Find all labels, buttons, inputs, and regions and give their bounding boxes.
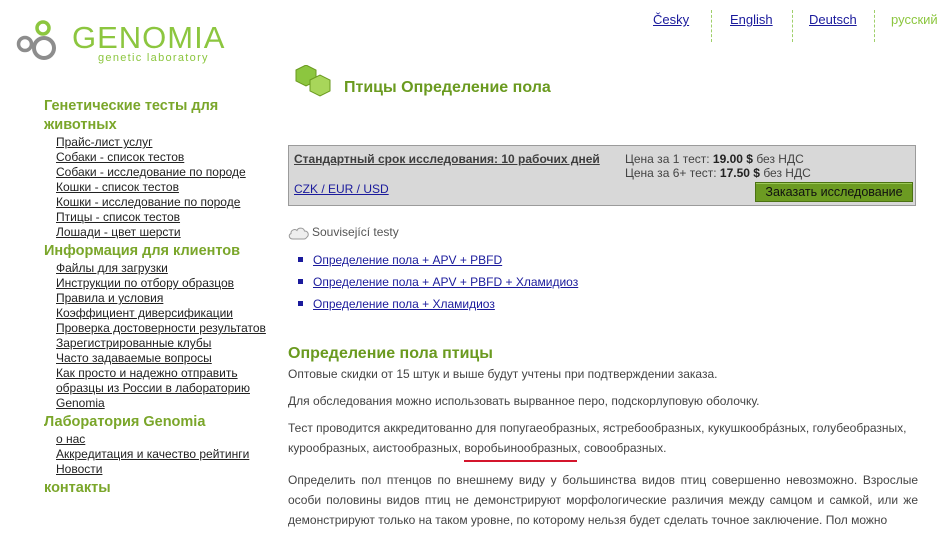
lang-czech-link[interactable]: Česky — [653, 12, 689, 42]
sidebar-heading: Лаборатория Genomia — [44, 414, 206, 430]
price-multi-value: 17.50 $ — [719, 166, 760, 180]
paragraph-discounts: Оптовые скидки от 15 штук и выше будут у… — [288, 367, 718, 381]
price-multi-label: Цена за 6+ тест: — [625, 166, 717, 180]
sidebar-group-client-info: Информация для клиентов Файлы для загруз… — [44, 242, 274, 411]
related-tests-list: Определение пола + APV + PBFD Определени… — [298, 249, 698, 315]
order-test-button[interactable]: Заказать исследование — [755, 182, 913, 202]
sidebar-item-accreditation[interactable]: Аккредитация и качество рейтинги — [56, 447, 249, 461]
related-tests-title: Související testy — [312, 225, 399, 239]
related-test-link[interactable]: Определение пола + APV + PBFD + Хламидио… — [313, 275, 578, 289]
genomia-logo[interactable]: GENOMIA genetic laboratory — [16, 17, 256, 67]
cloud-icon — [288, 227, 309, 240]
paragraph-accreditation: Тест проводится аккредитованно для попуг… — [288, 418, 920, 462]
sidebar-item-diversification[interactable]: Коэффициент диверсификации — [56, 306, 233, 320]
sidebar-item-cats-breed[interactable]: Кошки - исследование по породе — [56, 195, 240, 209]
vat-note: без НДС — [756, 152, 804, 166]
lang-russian-current: русский — [891, 12, 938, 27]
section-title: Определение пола птицы — [288, 345, 493, 363]
lang-divider — [711, 10, 712, 42]
sidebar-item-dogs-tests[interactable]: Собаки - список тестов — [56, 150, 184, 164]
sidebar-item-cats-tests[interactable]: Кошки - список тестов — [56, 180, 179, 194]
paragraph-text: , совообразных. — [577, 441, 667, 455]
sidebar-list: Файлы для загрузки Инструкции по отбору … — [44, 261, 274, 411]
hexagons-icon — [295, 65, 331, 97]
price-multi-test: Цена за 6+ тест: 17.50 $ без НДС — [625, 166, 811, 180]
sidebar-item-ship-samples[interactable]: Как просто и надежно отправить образцы и… — [56, 366, 250, 410]
paragraph-description: Определить пол птенцов по внешнему виду … — [288, 473, 918, 527]
price-single-label: Цена за 1 тест: — [625, 152, 710, 166]
logo-circles-icon — [16, 20, 56, 60]
sidebar-item-sampling[interactable]: Инструкции по отбору образцов — [56, 276, 234, 290]
sidebar-item-downloads[interactable]: Файлы для загрузки — [56, 261, 168, 275]
sidebar-item-faq[interactable]: Часто задаваемые вопросы — [56, 351, 212, 365]
sidebar-item-news[interactable]: Новости — [56, 462, 102, 476]
sidebar-item-verify-results[interactable]: Проверка достоверности результатов — [56, 321, 266, 335]
sidebar-item-horses-color[interactable]: Лошади - цвет шерсти — [56, 225, 181, 239]
lang-divider — [874, 10, 875, 42]
currency-switch-link[interactable]: CZK / EUR / USD — [294, 182, 389, 196]
sidebar-item-birds-tests[interactable]: Птицы - список тестов — [56, 210, 180, 224]
list-item: Определение пола + APV + PBFD + Хламидио… — [298, 271, 698, 293]
lang-divider — [792, 10, 793, 42]
lang-german-link[interactable]: Deutsch — [809, 12, 857, 42]
price-single-test: Цена за 1 тест: 19.00 $ без НДС — [625, 152, 804, 166]
sidebar-group-laboratory: Лаборатория Genomia о нас Аккредитация и… — [44, 413, 274, 477]
sidebar-item-terms[interactable]: Правила и условия — [56, 291, 163, 305]
price-box: Стандартный срок исследования: 10 рабочи… — [288, 145, 916, 206]
sidebar-group-animal-tests: Генетические тесты для животных Прайс-ли… — [44, 97, 274, 240]
sidebar-heading: Генетические тесты для животных — [44, 98, 219, 133]
sidebar-group-contacts: контакты — [44, 479, 274, 498]
standard-term: Стандартный срок исследования: 10 рабочи… — [294, 152, 600, 166]
highlighted-term: воробьинообразных — [464, 438, 578, 462]
sidebar-item-about[interactable]: о нас — [56, 432, 85, 446]
vat-note: без НДС — [763, 166, 811, 180]
sidebar-item-dogs-breed[interactable]: Собаки - исследование по породе — [56, 165, 246, 179]
sidebar-nav: Генетические тесты для животных Прайс-ли… — [44, 97, 274, 500]
logo-tagline: genetic laboratory — [98, 52, 209, 64]
related-test-link[interactable]: Определение пола + APV + PBFD — [313, 253, 502, 267]
sidebar-item-clubs[interactable]: Зарегистрированные клубы — [56, 336, 211, 350]
list-item: Определение пола + APV + PBFD — [298, 249, 698, 271]
sidebar-list: о нас Аккредитация и качество рейтинги Н… — [44, 432, 274, 477]
sidebar-list: Прайс-лист услуг Собаки - список тестов … — [44, 135, 274, 240]
sidebar-item-price-list[interactable]: Прайс-лист услуг — [56, 135, 152, 149]
price-single-value: 19.00 $ — [712, 152, 753, 166]
list-item: Определение пола + Хламидиоз — [298, 293, 698, 315]
page-title: Птицы Определение пола — [344, 79, 551, 96]
sidebar-heading-contacts[interactable]: контакты — [44, 479, 249, 498]
lang-english-link[interactable]: English — [730, 12, 773, 42]
related-test-link[interactable]: Определение пола + Хламидиоз — [313, 297, 495, 311]
logo-name: GENOMIA — [72, 20, 226, 55]
paragraph-samples: Для обследования можно использовать вырв… — [288, 394, 760, 408]
sidebar-heading: Информация для клиентов — [44, 243, 241, 259]
